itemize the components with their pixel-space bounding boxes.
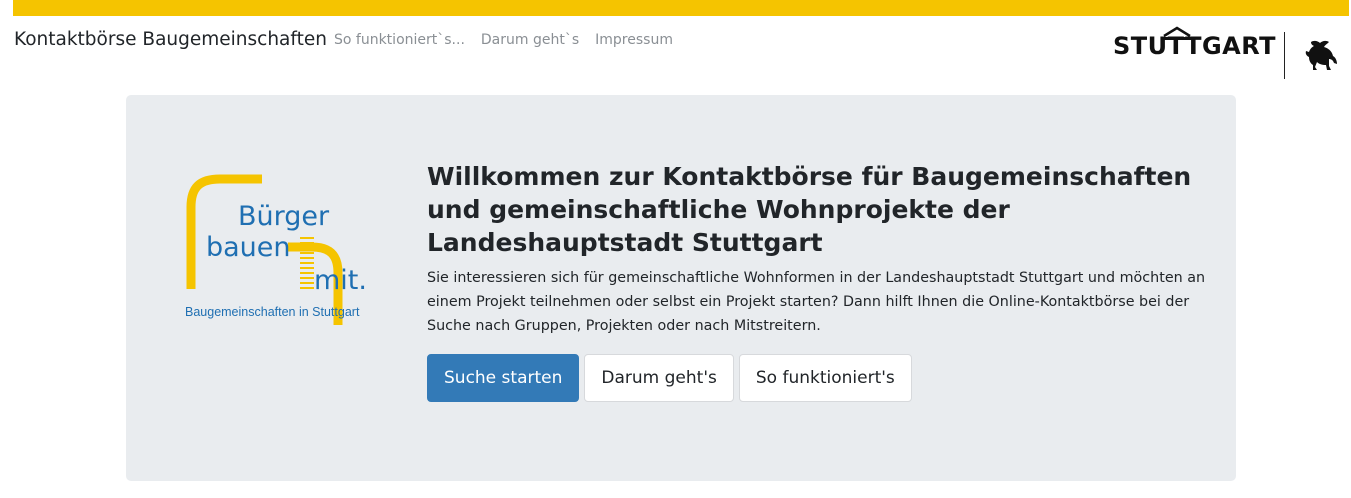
hero-lead-text: Sie interessieren sich für gemeinschaftl…	[427, 270, 1206, 334]
navbar-brand[interactable]: Kontaktbörse Baugemeinschaften	[14, 29, 327, 50]
how-it-works-button[interactable]: So funktioniert's	[738, 354, 912, 402]
search-start-button[interactable]: Suche starten	[427, 354, 580, 402]
horse-crest-icon	[1305, 40, 1337, 70]
logo-divider	[1284, 32, 1285, 79]
hero-jumbotron: Bürger bauen mit. Baugemeinschaften in S…	[126, 95, 1236, 481]
stuttgart-logo[interactable]: STUTTGART	[1113, 22, 1275, 60]
about-button[interactable]: Darum geht's	[584, 354, 734, 402]
nav-link-imprint[interactable]: Impressum	[595, 32, 673, 48]
top-accent-bar	[13, 0, 1349, 16]
hero-title: Willkommen zur Kontaktbörse für Baugemei…	[427, 162, 1192, 257]
logo-line-buerger: Bürger	[238, 201, 330, 232]
logo-line-bauen: bauen	[206, 232, 291, 263]
nav-link-how-it-works[interactable]: So funktioniert`s...	[334, 32, 465, 48]
hero-button-group: Suche starten Darum geht's So funktionie…	[427, 354, 912, 402]
buerger-bauen-mit-logo: Bürger bauen mit. Baugemeinschaften in S…	[182, 173, 392, 333]
logo-line-mit: mit.	[314, 265, 367, 296]
stuttgart-roof-icon	[1163, 26, 1191, 40]
nav-links: So funktioniert`s... Darum geht`s Impres…	[334, 32, 673, 48]
nav-link-about[interactable]: Darum geht`s	[481, 32, 579, 48]
logo-tagline: Baugemeinschaften in Stuttgart	[185, 305, 360, 319]
